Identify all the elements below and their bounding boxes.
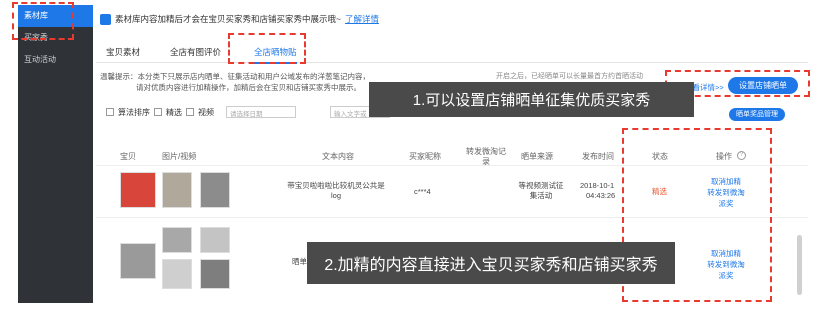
- col-text: 文本内容: [322, 152, 354, 161]
- highlight-sidebar-box: [12, 2, 74, 40]
- product-thumbnail[interactable]: [120, 172, 156, 208]
- col-time: 发布时间: [582, 152, 614, 161]
- media-thumbnail[interactable]: [162, 227, 192, 253]
- sidebar: 素材库 买家秀 互动活动: [18, 5, 93, 303]
- tip-line1: 本分类下只展示店内晒单、征集活动和用户公域发布的洋葱笔记内容，: [137, 72, 371, 81]
- col-source: 晒单来源: [521, 152, 553, 161]
- annotation-bottom: 2.加精的内容直接进入宝贝买家秀和店铺买家秀: [307, 242, 675, 284]
- sort-label: 算法排序: [118, 107, 150, 117]
- col-forward: 转发微淘记录: [466, 147, 506, 166]
- media-thumbnail[interactable]: [162, 172, 192, 208]
- scrollbar[interactable]: [797, 235, 802, 295]
- prize-management-button[interactable]: 晒单奖品管理: [729, 108, 785, 121]
- row-time-clock: 04:43:26: [586, 191, 616, 200]
- tab-store-reviews[interactable]: 全店有图评价: [170, 46, 221, 58]
- tip-label: 温馨提示：: [100, 72, 138, 81]
- tab-item-material[interactable]: 宝贝素材: [106, 46, 140, 58]
- media-thumbnail[interactable]: [200, 172, 230, 208]
- highlight-tab-box: [228, 33, 306, 64]
- video-label: 视频: [198, 107, 214, 117]
- date-input[interactable]: 请选择日期: [226, 106, 296, 118]
- sidebar-item-interactive[interactable]: 互动活动: [18, 49, 93, 71]
- filter-row: 算法排序 精选 视频 请选择日期 输入文字或: [106, 106, 390, 118]
- product-thumbnail[interactable]: [120, 243, 156, 279]
- tip-line2: 请对优质内容进行加精操作，加精后会在宝贝和店铺买家秀中展示。: [136, 83, 361, 92]
- video-checkbox[interactable]: [186, 108, 194, 116]
- col-media: 图片/视频: [162, 152, 197, 161]
- notice-text: 素材库内容加精后才会在宝贝买家秀和店铺买家秀中展示哦~: [115, 14, 341, 24]
- material-icon: [100, 13, 111, 25]
- media-thumbnail[interactable]: [162, 259, 192, 289]
- row-nickname: c***4: [414, 187, 431, 196]
- notice-bar: 素材库内容加精后才会在宝贝买家秀和店铺买家秀中展示哦~ 了解详情: [100, 13, 379, 25]
- row-source: 等视频测试征集活动: [518, 181, 564, 200]
- learn-more-link[interactable]: 了解详情: [345, 13, 379, 25]
- featured-checkbox[interactable]: [154, 108, 162, 116]
- col-nickname: 买家昵称: [409, 152, 441, 161]
- row-text: 晒单: [292, 257, 307, 266]
- featured-label: 精选: [166, 107, 182, 117]
- tip-right-text: 开启之后，已经晒单可以长量最首方约首晒活动: [496, 73, 643, 80]
- annotation-top: 1.可以设置店铺晒单征集优质买家秀: [369, 82, 694, 117]
- row-time-date: 2018-10-1: [580, 181, 615, 190]
- sort-checkbox[interactable]: [106, 108, 114, 116]
- row-text: 带宝贝啦啦啦比较机灵公共是log: [287, 181, 385, 200]
- media-thumbnail[interactable]: [200, 259, 230, 289]
- tab-bar: 宝贝素材 全店有图评价 全店晒物贴: [96, 41, 808, 64]
- media-thumbnail[interactable]: [200, 227, 230, 253]
- col-item: 宝贝: [120, 152, 136, 161]
